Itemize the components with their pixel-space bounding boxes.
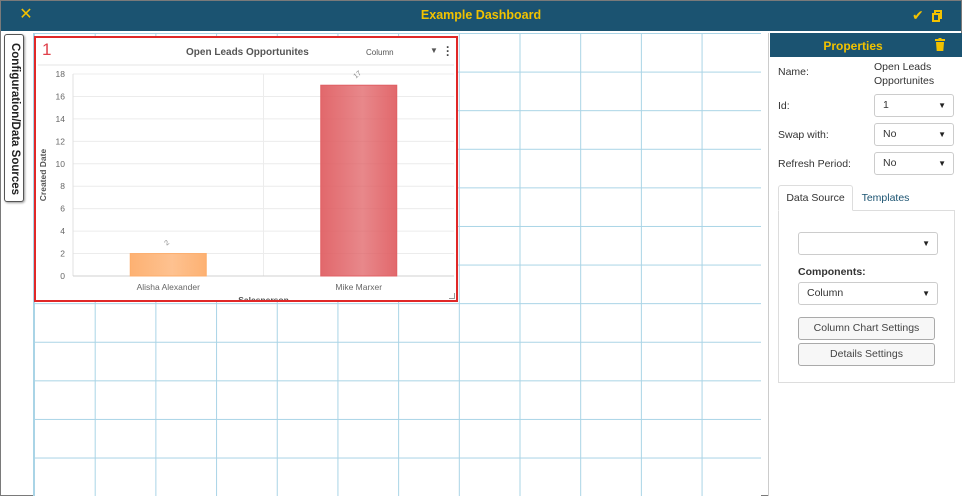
x-tick-label: Mike Marxer: [335, 282, 382, 292]
swap-select-value: No: [883, 128, 897, 140]
dashboard-title: Example Dashboard: [420, 8, 542, 22]
tab-data-source[interactable]: Data Source: [778, 185, 853, 211]
details-settings-button[interactable]: Details Settings: [798, 343, 935, 366]
chevron-down-icon: ▼: [938, 101, 946, 110]
trash-icon[interactable]: [935, 38, 945, 51]
widget-number: 1: [42, 40, 52, 59]
y-tick-label: 4: [60, 226, 65, 236]
x-tick-label: Alisha Alexander: [137, 282, 200, 292]
swap-select[interactable]: No ▼: [874, 123, 954, 146]
data-label: 17: [353, 70, 364, 80]
id-select-value: 1: [883, 99, 889, 111]
chevron-down-icon: ▼: [938, 159, 946, 168]
kebab-menu-icon[interactable]: · · ·: [446, 41, 450, 61]
column-chart: 0 2 4 6 8 10 12 14 16 18 2 Alisha Alexander 17 Mike M…: [38, 64, 454, 300]
components-select[interactable]: Column ▼: [798, 282, 938, 305]
id-select[interactable]: 1 ▼: [874, 94, 954, 117]
chevron-down-icon[interactable]: ▼: [430, 46, 438, 55]
id-label: Id:: [778, 100, 790, 112]
chevron-down-icon: ▼: [938, 130, 946, 139]
y-tick-label: 8: [60, 181, 65, 191]
properties-title: Properties: [823, 39, 883, 53]
y-tick-label: 0: [60, 271, 65, 281]
configuration-data-sources-tab[interactable]: Configuration/Data Sources: [4, 34, 24, 202]
resize-handle-icon[interactable]: [449, 293, 455, 299]
check-icon[interactable]: ✔: [912, 6, 924, 24]
name-value: Open Leads Opportunites: [874, 61, 935, 87]
y-tick-label: 6: [60, 204, 65, 214]
properties-panel: Properties Name: Open Leads Opportunites…: [768, 33, 962, 496]
x-axis-title: Salesperson: [238, 295, 289, 300]
components-select-value: Column: [807, 287, 844, 299]
y-tick-label: 14: [56, 114, 66, 124]
chevron-down-icon: ▼: [922, 289, 930, 298]
properties-header: Properties: [770, 33, 962, 57]
tab-templates[interactable]: Templates: [853, 185, 918, 211]
sidetab-label: Configuration/Data Sources: [9, 42, 21, 196]
refresh-select[interactable]: No ▼: [874, 152, 954, 175]
datasource-select[interactable]: ▼: [798, 232, 938, 255]
swap-label: Swap with:: [778, 129, 829, 141]
chevron-down-icon: ▼: [922, 239, 930, 248]
components-label: Components:: [798, 266, 866, 278]
y-tick-label: 12: [56, 136, 66, 146]
column-chart-settings-button[interactable]: Column Chart Settings: [798, 317, 935, 340]
chart-widget[interactable]: 0 2 4 6 8 10 12 14 16 18 2 Alisha Alexander 17 Mike M…: [34, 36, 458, 302]
y-tick-label: 16: [56, 91, 66, 101]
y-tick-label: 2: [60, 249, 65, 259]
bar: [320, 84, 398, 277]
data-label: 2: [164, 239, 172, 247]
name-label: Name:: [778, 66, 809, 78]
chart-type-select[interactable]: Column: [366, 48, 394, 57]
copy-icon[interactable]: [932, 10, 942, 22]
widget-title: Open Leads Opportunites: [186, 47, 309, 58]
refresh-label: Refresh Period:: [778, 158, 851, 170]
refresh-select-value: No: [883, 157, 897, 169]
bar: [129, 253, 207, 277]
y-tick-label: 18: [56, 69, 66, 79]
title-bar: ✕ Example Dashboard ✔: [1, 1, 961, 31]
y-tick-label: 10: [56, 159, 66, 169]
y-axis-title: Created Date: [38, 149, 48, 202]
